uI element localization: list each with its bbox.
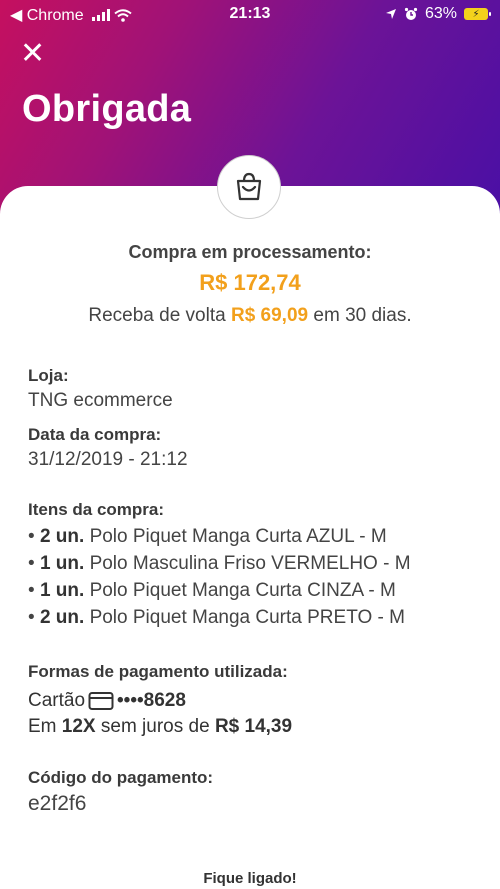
payment-code-value: e2f2f6	[28, 792, 87, 815]
card-label: Cartão	[28, 690, 86, 711]
item-qty: 1 un.	[39, 553, 85, 574]
purchase-date-section: Data da compra: 31/12/2019 - 21:12	[28, 425, 188, 471]
status-bar: ◀ Chrome 21:13 63% ⚡	[0, 0, 500, 30]
cashback-amount: R$ 69,09	[230, 305, 309, 326]
items-list: • 2 un. Polo Piquet Manga Curta AZUL - M…	[28, 526, 411, 629]
installments-value: R$ 14,39	[214, 716, 293, 737]
item-qty: 1 un.	[39, 580, 85, 601]
cashback-suffix: em 30 dias.	[313, 305, 412, 326]
purchase-amount: R$ 172,74	[199, 270, 301, 295]
installments-count: 12X	[61, 716, 96, 737]
page-title: Obrigada	[22, 88, 192, 130]
list-item: • 2 un. Polo Piquet Manga Curta PRETO - …	[28, 607, 405, 628]
items-label: Itens da compra:	[28, 500, 165, 519]
payment-code-section: Código do pagamento: e2f2f6	[28, 768, 213, 816]
item-name: Polo Piquet Manga Curta CINZA - M	[89, 580, 396, 601]
item-name: Polo Piquet Manga Curta AZUL - M	[89, 526, 387, 547]
alarm-icon	[404, 7, 418, 20]
installments-middle: sem juros de	[100, 716, 210, 737]
payment-code-label: Código do pagamento:	[28, 768, 214, 787]
cashback-prefix: Receba de volta	[88, 305, 226, 326]
store-value: TNG ecommerce	[28, 390, 173, 411]
card-number: ••••8628	[117, 690, 186, 711]
processing-label: Compra em processamento:	[128, 242, 372, 262]
item-name: Polo Piquet Manga Curta PRETO - M	[89, 607, 405, 628]
battery-icon: ⚡	[464, 8, 491, 20]
shopping-bag-icon	[236, 172, 262, 201]
store-section: Loja: TNG ecommerce	[28, 366, 173, 412]
payment-label: Formas de pagamento utilizada:	[28, 662, 288, 681]
items-section: Itens da compra: • 2 un. Polo Piquet Man…	[28, 500, 411, 634]
cashback-line: Receba de volta R$ 69,09 em 30 dias.	[0, 305, 500, 327]
credit-card-icon	[88, 692, 114, 710]
purchase-date-label: Data da compra:	[28, 425, 162, 444]
location-icon	[385, 9, 396, 19]
list-item: • 1 un. Polo Masculina Friso VERMELHO - …	[28, 553, 411, 574]
item-qty: 2 un.	[39, 526, 85, 547]
list-item: • 2 un. Polo Piquet Manga Curta AZUL - M	[28, 526, 387, 547]
close-icon[interactable]: ✕	[20, 39, 45, 69]
item-qty: 2 un.	[39, 607, 85, 628]
installments-line: Em 12X sem juros de R$ 14,39	[28, 716, 292, 738]
store-label: Loja:	[28, 366, 69, 385]
item-name: Polo Masculina Friso VERMELHO - M	[89, 553, 411, 574]
purchase-date-value: 31/12/2019 - 21:12	[28, 449, 188, 470]
footer-text: Fique ligado!	[203, 870, 297, 887]
installments-prefix: Em	[28, 716, 57, 737]
battery-percent: 63%	[424, 5, 457, 22]
payment-card-line: Cartão ••••8628	[28, 690, 292, 712]
list-item: • 1 un. Polo Piquet Manga Curta CINZA - …	[28, 580, 396, 601]
payment-section: Formas de pagamento utilizada: Cartão ••…	[28, 662, 292, 742]
shopping-bag-badge	[217, 155, 281, 219]
